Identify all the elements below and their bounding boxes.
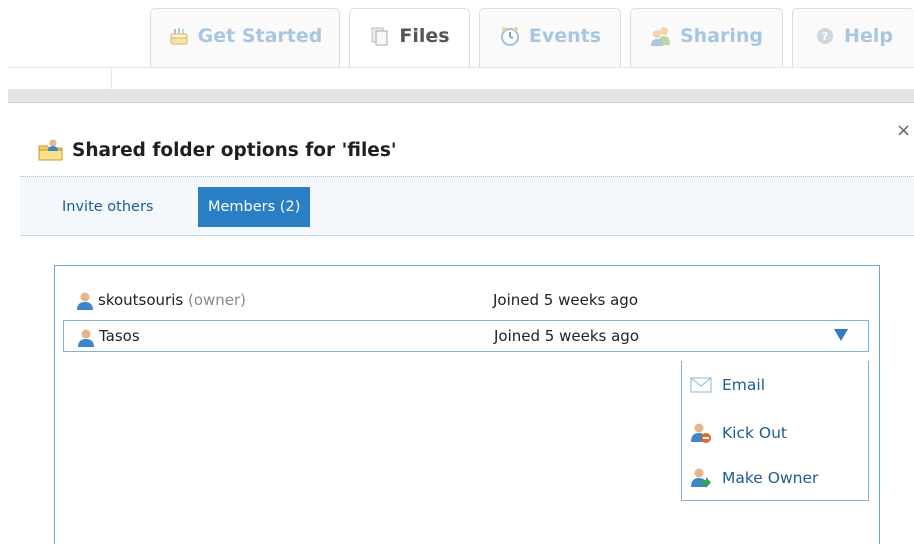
shared-folder-icon	[38, 138, 64, 162]
member-row[interactable]: skoutsouris (owner) Joined 5 weeks ago	[63, 284, 869, 316]
member-name: skoutsouris	[98, 291, 184, 309]
tab-label: Get Started	[197, 24, 323, 47]
tab-label: Help	[844, 24, 893, 47]
menu-item-label: Kick Out	[722, 424, 787, 442]
dialog-title: Shared folder options for 'files'	[38, 135, 397, 165]
tab-invite-others[interactable]: Invite others	[52, 187, 163, 227]
owner-badge: (owner)	[187, 291, 247, 309]
cake-icon	[168, 25, 190, 47]
tab-help[interactable]: ? Help	[792, 8, 914, 68]
tab-sharing[interactable]: Sharing	[630, 8, 783, 68]
member-name: Tasos	[99, 327, 140, 345]
menu-item-kick-out[interactable]: Kick Out	[690, 418, 787, 448]
divider	[111, 68, 112, 90]
dialog-title-text: Shared folder options for 'files'	[72, 139, 397, 161]
user-icon	[77, 292, 93, 310]
tab-label: Sharing	[679, 24, 764, 47]
toolbar-strip	[8, 67, 914, 90]
member-actions-menu: Email Kick Out Make Owner	[681, 361, 869, 501]
top-navigation: Get Started Files Events Sharing ? Help	[0, 0, 914, 68]
tab-members[interactable]: Members (2)	[198, 187, 311, 227]
joined-date: Joined 5 weeks ago	[493, 291, 638, 309]
tab-events[interactable]: Events	[479, 8, 621, 68]
menu-item-make-owner[interactable]: Make Owner	[690, 463, 818, 493]
close-button[interactable]: ×	[896, 120, 911, 141]
user-remove-icon	[691, 423, 711, 443]
user-icon	[78, 329, 94, 347]
tab-files[interactable]: Files	[349, 8, 470, 68]
dropdown-arrow-icon[interactable]	[834, 329, 848, 341]
envelope-icon	[690, 377, 712, 393]
files-icon	[369, 25, 391, 47]
svg-text:?: ?	[822, 30, 828, 43]
people-icon	[650, 25, 672, 47]
user-promote-icon	[691, 468, 711, 488]
member-name-group: skoutsouris (owner)	[98, 291, 246, 309]
menu-item-label: Email	[722, 376, 766, 394]
dialog-tab-bar: Invite others Members (2)	[20, 176, 914, 236]
joined-date: Joined 5 weeks ago	[494, 327, 639, 345]
menu-item-label: Make Owner	[722, 469, 819, 487]
gray-band	[8, 89, 914, 103]
tab-label: Files	[399, 24, 450, 47]
tab-get-started[interactable]: Get Started	[150, 8, 340, 68]
menu-item-email[interactable]: Email	[690, 370, 765, 400]
help-icon: ?	[814, 25, 836, 47]
tab-label: Events	[528, 24, 602, 47]
member-row-selected[interactable]: Tasos Joined 5 weeks ago	[63, 320, 869, 352]
clock-icon	[499, 25, 521, 47]
